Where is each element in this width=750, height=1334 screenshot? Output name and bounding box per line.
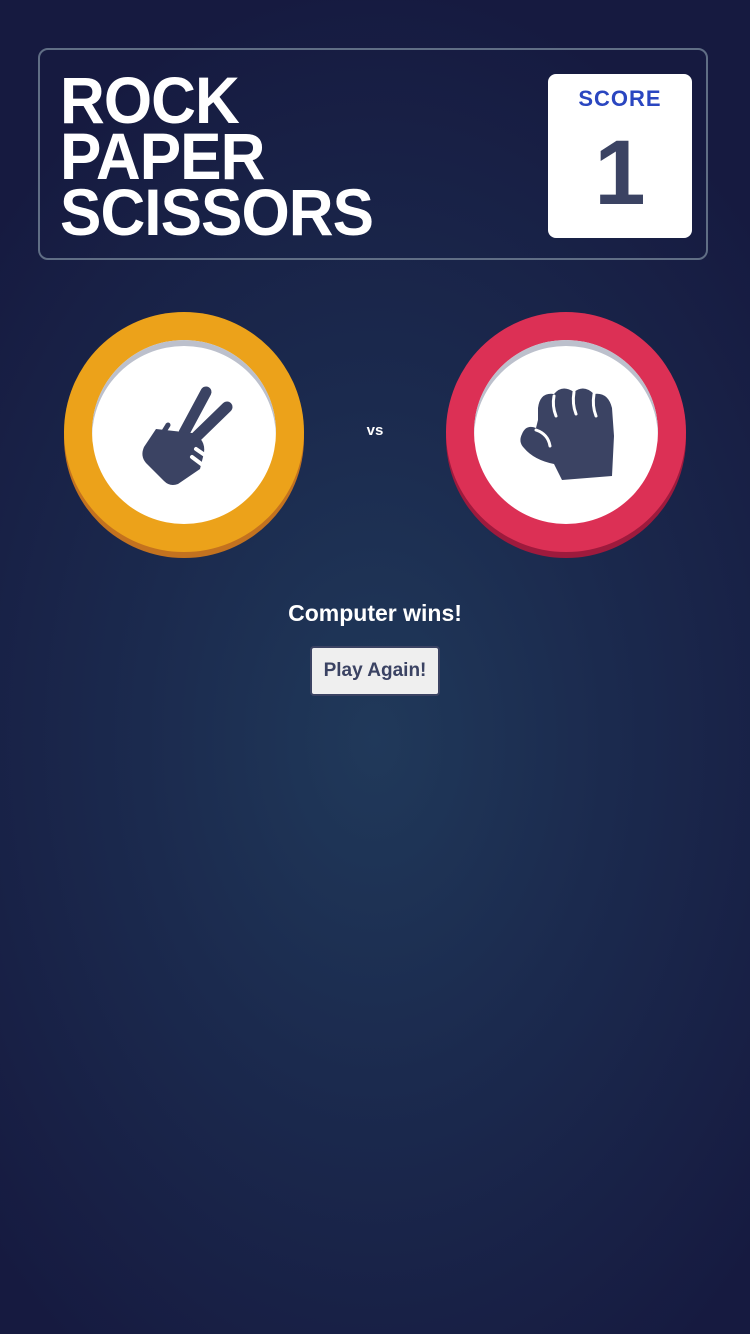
title-line-scissors: SCISSORS — [60, 175, 374, 249]
computer-pick-rock-token — [446, 312, 686, 557]
score-box: SCORE 1 — [548, 74, 692, 238]
rock-token-face — [474, 340, 658, 524]
result-message: Computer wins! — [288, 600, 462, 626]
rock-token-ring — [446, 312, 686, 552]
game-title: ROCK PAPER SCISSORS — [60, 67, 374, 249]
play-again-button[interactable]: Play Again! — [310, 646, 440, 696]
score-label: SCORE — [578, 86, 662, 111]
score-value: 1 — [594, 122, 646, 224]
header-panel: ROCK PAPER SCISSORS SCORE 1 — [38, 48, 708, 260]
rock-fist-icon — [520, 388, 614, 480]
